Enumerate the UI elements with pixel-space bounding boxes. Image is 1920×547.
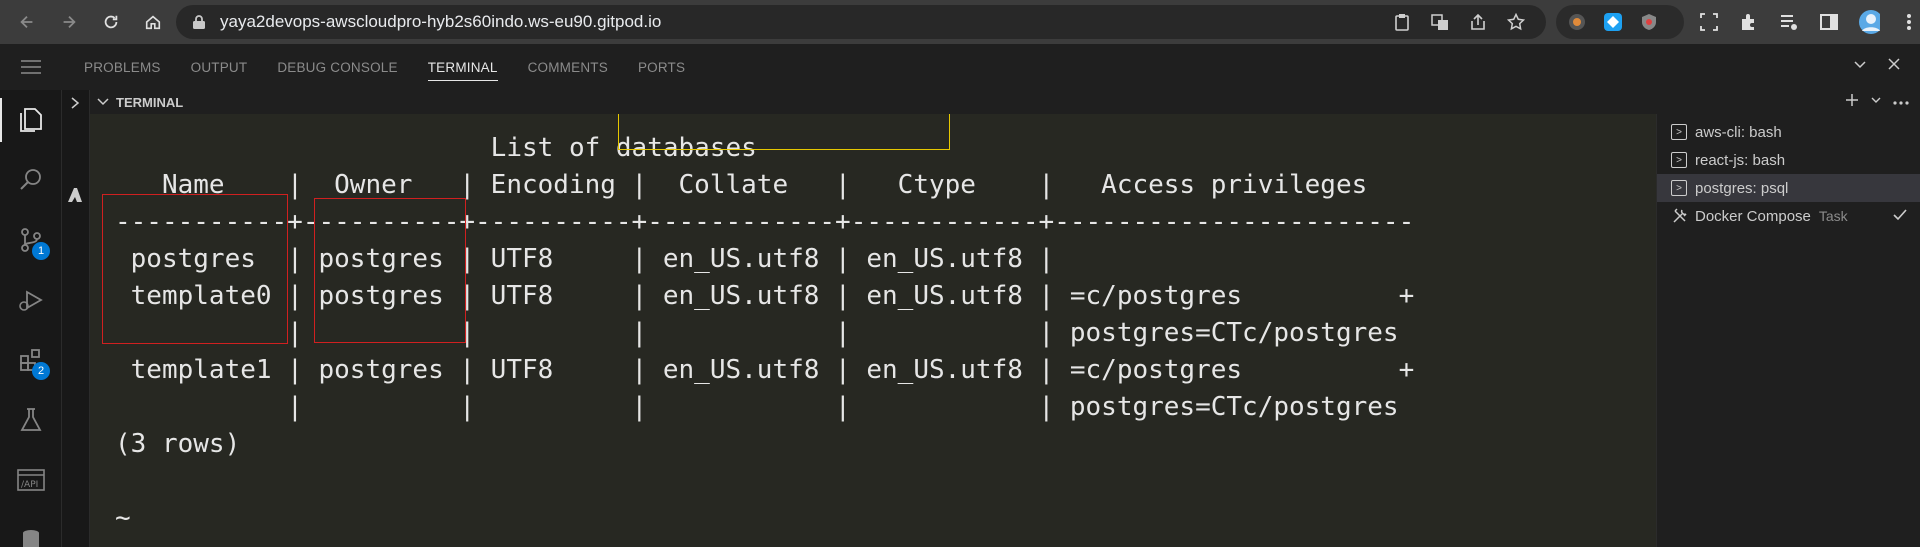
reload-icon bbox=[104, 15, 118, 29]
terminal-line: postgres | postgres | UTF8 | en_US.utf8 … bbox=[115, 244, 1055, 274]
profile-avatar-icon[interactable] bbox=[1858, 10, 1880, 34]
sidepanel-icon[interactable] bbox=[1818, 11, 1840, 33]
home-icon bbox=[145, 15, 161, 30]
chevron-down-icon[interactable] bbox=[1870, 93, 1882, 111]
tab-debug-console[interactable]: DEBUG CONSOLE bbox=[277, 44, 397, 90]
translate-icon[interactable] bbox=[1430, 12, 1450, 32]
terminal-line: ~ bbox=[115, 503, 131, 533]
svg-text:/API: /API bbox=[21, 480, 38, 490]
terminal-line: | | | | | postgres=CTc/postgres bbox=[115, 318, 1399, 348]
activity-bar: 1 2 /API bbox=[0, 90, 62, 547]
url-text: yaya2devops-awscloudpro-hyb2s60indo.ws-e… bbox=[220, 12, 662, 31]
back-button[interactable] bbox=[12, 7, 42, 37]
side-strip bbox=[62, 90, 90, 547]
search-icon bbox=[20, 169, 41, 190]
chevron-right-icon[interactable] bbox=[68, 96, 82, 115]
terminal-tab-docker-compose[interactable]: Docker Compose Task bbox=[1657, 202, 1920, 230]
close-icon[interactable] bbox=[1886, 56, 1902, 77]
clipboard-icon[interactable] bbox=[1392, 12, 1412, 32]
terminal-tab-label: react-js: bash bbox=[1695, 151, 1786, 169]
extensions-button[interactable]: 2 bbox=[0, 330, 62, 390]
tab-ports[interactable]: PORTS bbox=[638, 44, 685, 90]
terminal-section-title: TERMINAL bbox=[116, 94, 184, 110]
terminal-line: Name | Owner | Encoding | Collate | Ctyp… bbox=[115, 170, 1368, 200]
database-icon bbox=[23, 530, 39, 547]
extension-blue-icon[interactable] bbox=[1602, 11, 1624, 33]
terminal-icon: > bbox=[1671, 180, 1687, 196]
chevron-down-icon[interactable] bbox=[96, 95, 110, 109]
owner-column-highlight-box bbox=[314, 198, 466, 343]
source-control-button[interactable]: 1 bbox=[0, 210, 62, 270]
menu-button[interactable] bbox=[0, 44, 62, 90]
terminal-section-header: TERMINAL bbox=[90, 90, 1920, 114]
tab-comments[interactable]: COMMENTS bbox=[528, 44, 608, 90]
terminal-tab-label: aws-cli: bash bbox=[1695, 123, 1782, 141]
api-button[interactable]: /API bbox=[0, 450, 62, 510]
arrow-left-icon bbox=[20, 15, 33, 29]
screenshot-icon[interactable] bbox=[1698, 11, 1720, 33]
terminal-line: (3 rows) bbox=[115, 429, 241, 459]
extension-group bbox=[1556, 5, 1684, 39]
terminal-tab-aws-cli[interactable]: > aws-cli: bash bbox=[1657, 118, 1920, 146]
star-icon[interactable] bbox=[1506, 12, 1526, 32]
chevron-down-icon[interactable] bbox=[1852, 56, 1868, 77]
terminal-icon: > bbox=[1671, 152, 1687, 168]
panel-header: PROBLEMS OUTPUT DEBUG CONSOLE TERMINAL C… bbox=[0, 44, 1920, 90]
terminal-line: template1 | postgres | UTF8 | en_US.utf8… bbox=[115, 355, 1415, 385]
api-icon: /API bbox=[17, 469, 45, 491]
tools-icon bbox=[1673, 208, 1687, 223]
beaker-icon bbox=[20, 408, 42, 431]
search-button[interactable] bbox=[0, 150, 62, 210]
home-button[interactable] bbox=[138, 7, 168, 37]
lock-icon bbox=[193, 15, 205, 29]
hamburger-icon bbox=[21, 60, 41, 74]
tab-output[interactable]: OUTPUT bbox=[191, 44, 248, 90]
testing-button[interactable] bbox=[0, 390, 62, 450]
azure-icon[interactable] bbox=[66, 186, 84, 209]
terminal-tab-label: postgres: psql bbox=[1695, 179, 1789, 197]
forward-button[interactable] bbox=[54, 7, 84, 37]
run-debug-icon bbox=[19, 290, 43, 311]
explorer-button[interactable] bbox=[0, 90, 62, 150]
add-terminal-icon[interactable] bbox=[1844, 92, 1860, 113]
source-control-badge: 1 bbox=[32, 242, 50, 260]
name-column-highlight-box bbox=[102, 194, 288, 344]
terminal-text: List of databases Name | Owner | Encodin… bbox=[115, 130, 1414, 537]
address-bar[interactable]: yaya2devops-awscloudpro-hyb2s60indo.ws-e… bbox=[176, 5, 1546, 39]
share-icon[interactable] bbox=[1468, 12, 1488, 32]
more-vertical-icon[interactable] bbox=[1898, 11, 1920, 33]
tab-terminal[interactable]: TERMINAL bbox=[427, 44, 498, 90]
reload-button[interactable] bbox=[96, 7, 126, 37]
tab-problems[interactable]: PROBLEMS bbox=[84, 44, 161, 90]
extensions-badge: 2 bbox=[32, 362, 50, 380]
terminal-tab-react-js[interactable]: > react-js: bash bbox=[1657, 146, 1920, 174]
terminal-tabs-list: > aws-cli: bash > react-js: bash > postg… bbox=[1656, 114, 1920, 547]
terminal-output[interactable]: List of databases Name | Owner | Encodin… bbox=[90, 114, 1656, 547]
files-icon bbox=[20, 108, 42, 132]
arrow-right-icon bbox=[63, 15, 76, 29]
terminal-icon: > bbox=[1671, 124, 1687, 140]
task-label: Task bbox=[1818, 208, 1848, 224]
terminal-line: | | | | | postgres=CTc/postgres bbox=[115, 392, 1399, 422]
extension-gray-icon[interactable] bbox=[1566, 11, 1588, 33]
playlist-icon[interactable] bbox=[1778, 11, 1800, 33]
terminal-tab-label: Docker Compose bbox=[1695, 207, 1811, 225]
terminal-line: -----------+----------+----------+------… bbox=[115, 207, 1415, 237]
extension-shield-icon[interactable] bbox=[1638, 11, 1660, 33]
title-highlight-box bbox=[618, 114, 950, 150]
browser-toolbar: yaya2devops-awscloudpro-hyb2s60indo.ws-e… bbox=[0, 0, 1920, 44]
check-icon bbox=[1892, 207, 1908, 227]
terminal-tab-postgres[interactable]: > postgres: psql bbox=[1657, 174, 1920, 202]
terminal-line: template0 | postgres | UTF8 | en_US.utf8… bbox=[115, 281, 1415, 311]
database-button[interactable] bbox=[0, 510, 62, 547]
more-horizontal-icon[interactable] bbox=[1892, 93, 1910, 111]
run-debug-button[interactable] bbox=[0, 270, 62, 330]
puzzle-icon[interactable] bbox=[1738, 11, 1760, 33]
